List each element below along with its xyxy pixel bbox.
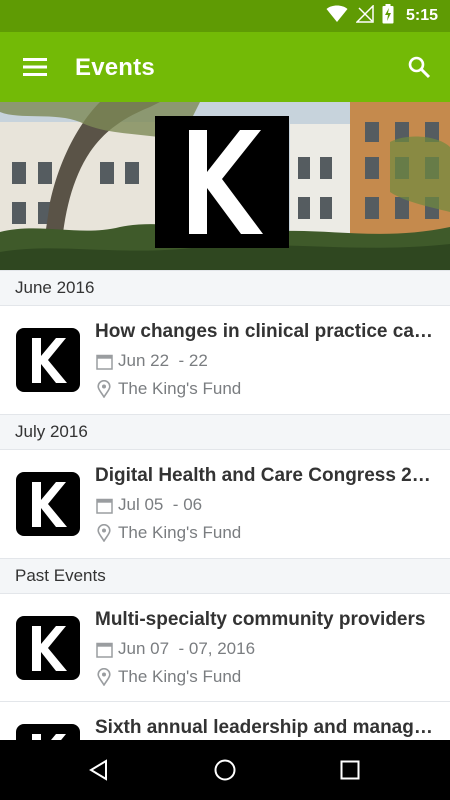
status-icons: 5:15 <box>326 3 438 29</box>
signal-off-icon <box>355 3 374 28</box>
wifi-icon <box>326 5 348 28</box>
event-date-text: Jun 22 - 22 <box>118 351 208 370</box>
event-logo <box>16 472 80 536</box>
location-pin-icon <box>95 380 113 398</box>
event-item[interactable]: How changes in clinical practice can imp… <box>0 306 450 414</box>
event-logo <box>16 724 80 740</box>
section-header: July 2016 <box>0 414 450 450</box>
status-time: 5:15 <box>405 7 438 24</box>
navigation-bar <box>0 740 450 800</box>
event-title: Digital Health and Care Congress 2016 <box>95 465 435 486</box>
event-logo <box>16 328 80 392</box>
event-item[interactable]: Multi-specialty community providers Jun … <box>0 594 450 702</box>
section-header: Past Events <box>0 558 450 594</box>
event-title: Multi-specialty community providers <box>95 609 426 630</box>
event-date: Jun 07 - 07, 2016 <box>95 638 255 660</box>
event-date-text: Jun 07 - 07, 2016 <box>118 639 256 658</box>
event-logo <box>16 616 80 680</box>
event-item[interactable]: Sixth annual leadership and management s… <box>0 702 450 740</box>
event-venue-text: The King's Fund <box>118 379 242 398</box>
calendar-icon <box>95 640 113 658</box>
event-date-text: Jul 05 - 06 <box>118 495 203 514</box>
event-venue-text: The King's Fund <box>118 523 242 542</box>
status-bar: 5:15 <box>0 0 450 32</box>
section-header: June 2016 <box>0 270 450 306</box>
app-bar: Events <box>0 32 450 102</box>
event-date: Jul 05 - 06 <box>95 494 202 516</box>
event-item[interactable]: Digital Health and Care Congress 2016 Ju… <box>0 450 450 558</box>
calendar-icon <box>95 496 113 514</box>
recents-icon[interactable] <box>305 740 395 800</box>
hero-banner <box>0 102 450 270</box>
battery-charging-icon <box>382 3 394 29</box>
event-title: How changes in clinical practice can imp… <box>95 321 435 342</box>
location-pin-icon <box>95 668 113 686</box>
location-pin-icon <box>95 524 113 542</box>
event-date: Jun 22 - 22 <box>95 350 208 372</box>
search-icon[interactable] <box>398 46 440 88</box>
events-list[interactable]: June 2016 How changes in clinical practi… <box>0 270 450 740</box>
calendar-icon <box>95 352 113 370</box>
hamburger-menu-icon[interactable] <box>14 46 56 88</box>
event-venue: The King's Fund <box>95 666 241 688</box>
home-icon[interactable] <box>180 740 270 800</box>
page-title: Events <box>75 54 155 81</box>
kings-fund-logo <box>155 116 289 248</box>
back-icon[interactable] <box>54 740 144 800</box>
event-title: Sixth annual leadership and management s… <box>95 717 435 738</box>
event-venue: The King's Fund <box>95 378 241 400</box>
event-venue-text: The King's Fund <box>118 667 242 686</box>
event-venue: The King's Fund <box>95 522 241 544</box>
